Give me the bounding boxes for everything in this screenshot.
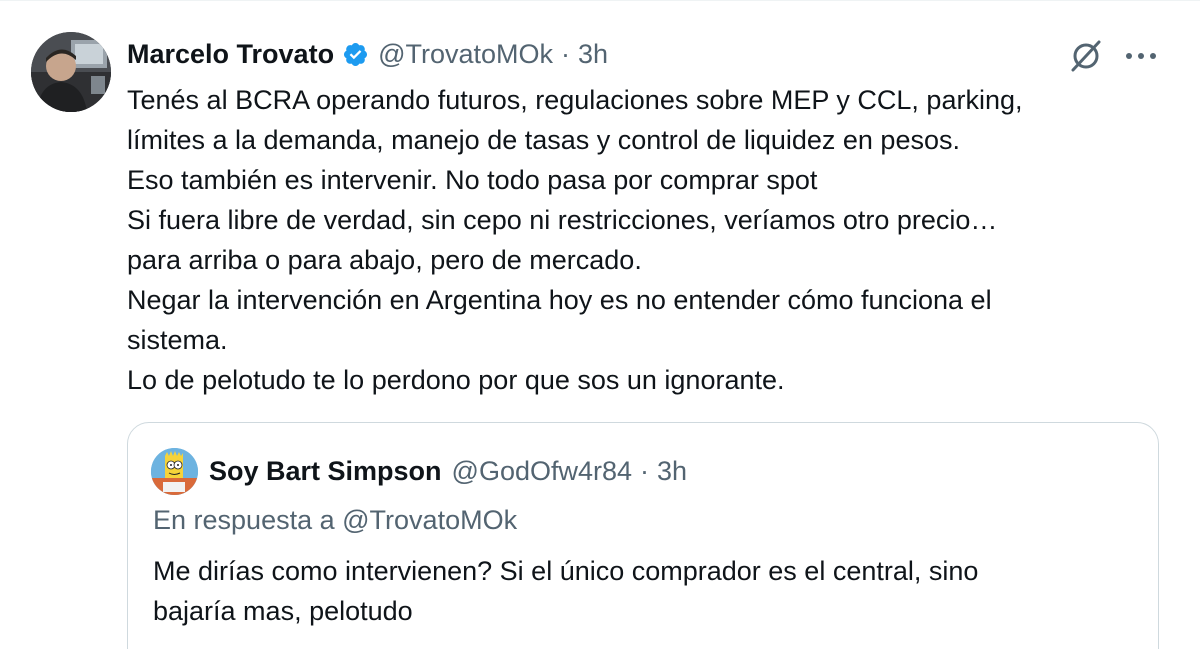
more-dot — [1150, 53, 1156, 59]
reply-handle-link[interactable]: @TrovatoMOk — [342, 505, 517, 535]
more-dot — [1138, 53, 1144, 59]
tweet-header: Marcelo Trovato @TrovatoMOk · 3h — [127, 35, 608, 73]
author-handle[interactable]: @TrovatoMOk — [378, 39, 553, 70]
more-options-icon[interactable] — [1121, 38, 1161, 74]
quoted-tweet-header: Soy Bart Simpson @GodOfw4r84 · 3h — [209, 451, 687, 491]
tweet-text-line: Lo de pelotudo te lo perdono por que sos… — [127, 365, 785, 395]
author-name[interactable]: Marcelo Trovato — [127, 39, 334, 70]
tweet-time[interactable]: 3h — [578, 39, 608, 70]
tweet[interactable]: Marcelo Trovato @TrovatoMOk · 3h Tenés a… — [0, 0, 1200, 649]
tweet-text-line: Eso también es intervenir. No todo pasa … — [127, 165, 818, 195]
tweet-text-line: para arriba o para abajo, pero de mercad… — [127, 245, 642, 275]
more-dot — [1126, 53, 1132, 59]
quoted-text-line: bajaría mas, pelotudo — [153, 596, 413, 626]
tweet-text-line: Negar la intervención en Argentina hoy e… — [127, 285, 992, 315]
quoted-tweet-text: Me dirías como intervienen? Si el único … — [153, 551, 1133, 631]
reply-context: En respuesta a @TrovatoMOk — [153, 505, 517, 536]
quoted-author-avatar[interactable] — [151, 448, 198, 495]
quoted-text-line: Me dirías como intervienen? Si el único … — [153, 556, 979, 586]
reply-prefix: En respuesta a — [153, 505, 335, 535]
grok-icon[interactable] — [1068, 38, 1104, 74]
tweet-text-line: Si fuera libre de verdad, sin cepo ni re… — [127, 205, 998, 235]
quoted-author-handle[interactable]: @GodOfw4r84 — [452, 456, 632, 487]
verified-badge-icon — [344, 42, 368, 66]
quoted-tweet[interactable]: Soy Bart Simpson @GodOfw4r84 · 3h En res… — [127, 422, 1159, 649]
quoted-tweet-time[interactable]: 3h — [657, 456, 687, 487]
quoted-author-name[interactable]: Soy Bart Simpson — [209, 456, 442, 487]
separator-dot: · — [561, 38, 570, 69]
tweet-text-line: límites a la demanda, manejo de tasas y … — [127, 125, 960, 155]
author-avatar[interactable] — [31, 32, 111, 112]
tweet-text-line: sistema. — [127, 325, 228, 355]
tweet-text-line: Tenés al BCRA operando futuros, regulaci… — [127, 85, 1023, 115]
tweet-text: Tenés al BCRA operando futuros, regulaci… — [127, 80, 1147, 400]
separator-dot: · — [640, 455, 650, 486]
